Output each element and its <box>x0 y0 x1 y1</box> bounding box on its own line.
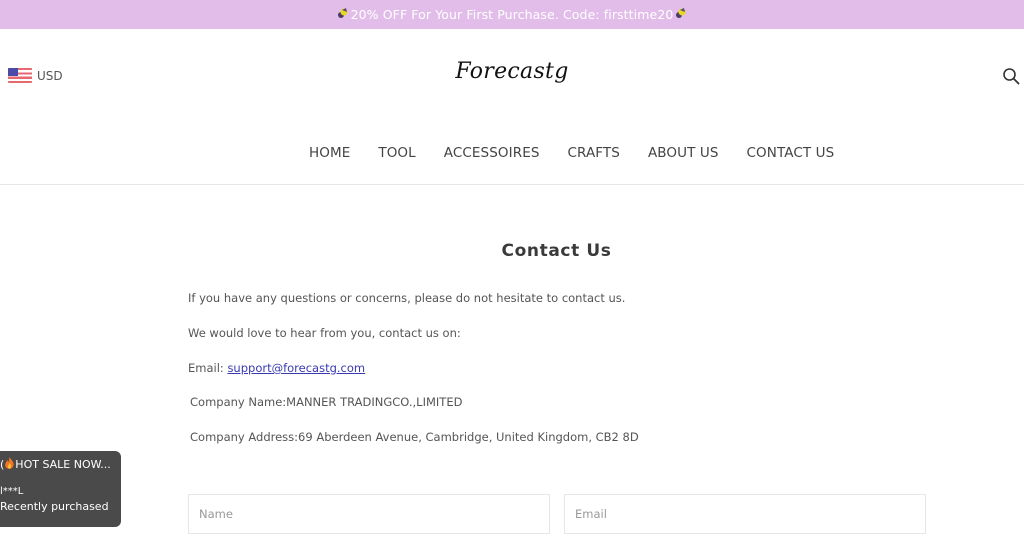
announcement-bar: 20% OFF For Your First Purchase. Code: f… <box>0 0 1024 29</box>
search-icon[interactable] <box>1002 67 1020 85</box>
nav-accessoires[interactable]: ACCESSOIRES <box>444 145 540 161</box>
nav-crafts[interactable]: CRAFTS <box>568 145 620 161</box>
site-header: USD Forecastg HOME TOOL ACCESSOIRES CRAF… <box>0 29 1024 185</box>
email-line: Email: support@forecastg.com <box>188 361 365 375</box>
company-name-text: Company Name:MANNER TRADINGCO.,LIMITED <box>190 395 463 409</box>
company-address-text: Company Address:69 Aberdeen Avenue, Camb… <box>190 430 639 444</box>
bee-icon <box>674 6 688 23</box>
nav-contact-us[interactable]: CONTACT US <box>747 145 835 161</box>
email-label: Email: <box>188 361 228 375</box>
site-logo[interactable]: Forecastg <box>0 59 1024 84</box>
nav-home[interactable]: HOME <box>309 145 350 161</box>
bee-icon <box>336 6 350 23</box>
nav-about-us[interactable]: ABOUT US <box>648 145 719 161</box>
main-nav: HOME TOOL ACCESSOIRES CRAFTS ABOUT US CO… <box>309 145 834 161</box>
popup-headline: HOT SALE NOW... <box>15 458 111 471</box>
popup-buyer: l***L <box>0 486 24 497</box>
name-field[interactable] <box>188 494 550 534</box>
fire-icon <box>4 457 15 472</box>
recent-purchase-popup[interactable]: ( HOT SALE NOW... l***L Recently purchas… <box>0 451 121 527</box>
announcement-text: 20% OFF For Your First Purchase. Code: f… <box>350 7 674 22</box>
page-title: Contact Us <box>501 241 612 261</box>
email-link[interactable]: support@forecastg.com <box>227 361 365 375</box>
popup-status: Recently purchased <box>0 500 109 513</box>
intro-text: If you have any questions or concerns, p… <box>188 291 626 305</box>
email-field[interactable] <box>564 494 926 534</box>
nav-tool[interactable]: TOOL <box>378 145 415 161</box>
contact-prompt-text: We would love to hear from you, contact … <box>188 326 461 340</box>
popup-headline-row: ( HOT SALE NOW... <box>0 457 121 472</box>
